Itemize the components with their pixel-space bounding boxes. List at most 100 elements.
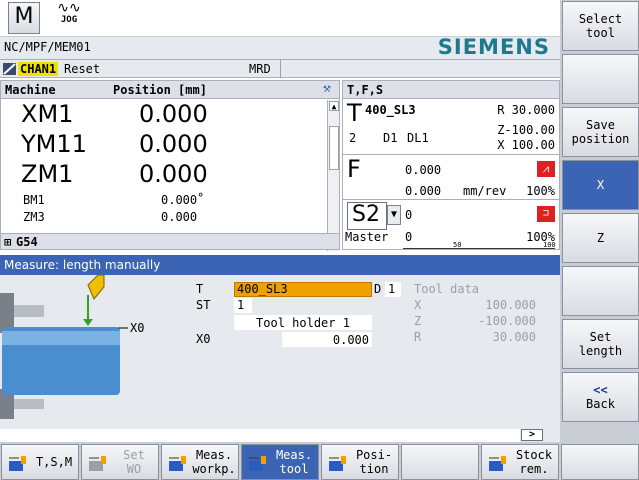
d-field[interactable]: 1 — [385, 282, 401, 297]
mode-bar: M ∿∿ JOG — [0, 0, 560, 37]
machine-mode-button[interactable]: M — [8, 2, 40, 34]
program-path: NC/MPF/MEM01 — [4, 40, 91, 54]
jog-wave-icon: ∿∿ — [57, 0, 81, 16]
scroll-up-icon[interactable]: ▲ — [329, 101, 339, 111]
measure-illustration — [0, 275, 128, 419]
tool-name: 400_SL3 — [365, 103, 416, 117]
tool-data-label: Tool data — [414, 282, 480, 296]
position-header: Machine Position [mm] ⚒ — [1, 81, 339, 99]
softkey-label: Select — [578, 12, 623, 26]
spindle-stop-icon: ⊐ — [537, 206, 555, 222]
softkey-label: X — [596, 178, 605, 192]
axis-name: ZM3 — [23, 210, 45, 224]
tfs-header: T,F,S — [343, 81, 559, 99]
td-r-label: R — [414, 330, 422, 344]
st-field[interactable]: 1 — [234, 298, 252, 313]
back-chevron-icon: << — [593, 383, 608, 397]
tfs-title: T,F,S — [347, 83, 384, 97]
bottom-softkey-8[interactable] — [561, 444, 639, 480]
softkey-label: WO — [126, 462, 142, 476]
td-x-value: 100.000 — [485, 298, 536, 312]
stock-removal-icon — [487, 452, 509, 474]
right-softkey-8[interactable]: << Back — [562, 372, 639, 422]
right-softkey-7[interactable]: Set length — [562, 319, 639, 369]
horizontal-softkey-bar: T,S,M Set WO Meas. workp. Meas. tool Posi-tion S… — [0, 442, 639, 480]
bottom-softkey-6[interactable] — [401, 444, 479, 480]
bottom-softkey-4[interactable]: Meas. tool — [241, 444, 319, 480]
feed-unit: mm/rev — [463, 184, 507, 198]
axis-value: 0.000 — [161, 210, 198, 224]
channel-state: Reset — [64, 62, 101, 76]
right-softkey-6[interactable] — [562, 266, 639, 316]
right-softkey-4[interactable]: X — [562, 160, 639, 210]
tool-z: Z-100.00 — [497, 123, 555, 137]
vertical-softkey-bar: Select tool Save position X Z Set length << Back — [560, 0, 639, 480]
softkey-label: tool — [279, 462, 309, 476]
right-softkey-5[interactable]: Z — [562, 213, 639, 263]
softkey-label: Posi- — [355, 448, 393, 462]
position-scrollbar[interactable]: ▲ ▼ — [327, 100, 339, 251]
axis-name: YM11 — [21, 130, 87, 158]
bottom-softkey-7[interactable]: Stock rem. — [481, 444, 559, 480]
bottom-softkey-2[interactable]: Set WO — [81, 444, 159, 480]
set-wo-icon — [87, 452, 109, 474]
d-field-value: 1 — [388, 282, 396, 296]
right-softkey-3[interactable]: Save position — [562, 107, 639, 157]
right-softkey-1[interactable]: Select tool — [562, 1, 639, 51]
feed-percent: 100% — [526, 184, 555, 198]
d-label: D — [374, 282, 382, 296]
feed-value: 0.000 — [405, 163, 442, 177]
td-z-label: Z — [414, 314, 422, 328]
axis-value: 0.000 — [139, 130, 208, 158]
axis-value: 0.000 — [139, 100, 208, 128]
spindle-selector[interactable]: S2 — [347, 202, 387, 230]
x0-tag: X0 — [130, 321, 145, 335]
settings-icon[interactable]: ⚒ — [323, 81, 331, 96]
softkey-label: T,S,M — [35, 455, 73, 469]
bottom-softkey-5[interactable]: Posi-tion — [321, 444, 399, 480]
channel-status-row: CHAN1 Reset MRD — [0, 59, 560, 78]
softkey-label: Meas. — [195, 448, 233, 462]
jog-mode-button[interactable]: ∿∿ JOG — [48, 1, 90, 33]
scroll-thumb[interactable] — [329, 126, 339, 170]
tool-letter: T — [347, 99, 362, 127]
softkey-label: position — [571, 132, 630, 146]
measure-title-bar: Measure: length manually — [0, 255, 560, 275]
channel-status-icon — [3, 63, 16, 75]
tool-d: D1 — [383, 131, 398, 145]
scale-mark-50: 50 — [453, 241, 462, 249]
measure-tool-icon — [247, 452, 269, 474]
program-path-row: NC/MPF/MEM01 SIEMENS — [0, 35, 560, 59]
softkey-label: tool — [586, 26, 615, 40]
more-softkeys-button[interactable]: > — [521, 429, 543, 441]
softkey-label: Set — [589, 330, 612, 344]
spindle-load-scale — [403, 241, 555, 249]
right-softkey-2[interactable] — [562, 54, 639, 104]
spindle-value: 0 — [405, 208, 413, 222]
tool-holder-field[interactable]: Tool holder 1 — [234, 315, 372, 330]
tool-holder-value: Tool holder 1 — [256, 316, 350, 330]
tool-label: T — [196, 282, 204, 296]
softkey-label: Meas. — [275, 448, 313, 462]
softkey-label: length — [578, 344, 623, 358]
bottom-softkey-1[interactable]: T,S,M — [1, 444, 79, 480]
tool-field[interactable]: 400_SL3 — [234, 282, 372, 297]
brand-logo: SIEMENS — [437, 35, 550, 59]
tool-x: X 100.00 — [497, 138, 555, 152]
tool-dl: DL1 — [407, 131, 429, 145]
feed-stop-icon: ⩘ — [537, 161, 555, 177]
tool-radius: R 30.000 — [497, 103, 555, 117]
x0-field-value: 0.000 — [332, 333, 369, 347]
bottom-softkey-3[interactable]: Meas. workp. — [161, 444, 239, 480]
position-column-header: Position [mm] — [113, 83, 207, 97]
position-icon — [327, 452, 349, 474]
x0-label: X0 — [196, 332, 211, 346]
tsm-icon — [7, 452, 29, 474]
scale-mark-100: 100 — [543, 241, 556, 249]
chevron-down-icon[interactable]: ▼ — [387, 205, 401, 225]
tool-number: 2 — [349, 131, 357, 145]
spindle-mode: Master — [345, 230, 389, 244]
x0-field[interactable]: 0.000 — [282, 332, 372, 347]
softkey-label: Back — [586, 397, 615, 411]
axis-value: 0.000 — [161, 193, 198, 207]
